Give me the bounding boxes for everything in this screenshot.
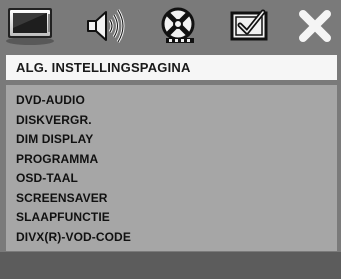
preference-setup-icon[interactable] (226, 6, 272, 46)
menu-item-osd-language[interactable]: OSD-TAAL (6, 169, 337, 189)
menu-item-program[interactable]: PROGRAMMA (6, 150, 337, 170)
page-title: ALG. INSTELLINGSPAGINA (6, 55, 337, 80)
menu-item-sleep[interactable]: SLAAPFUNCTIE (6, 208, 337, 228)
general-setup-icon[interactable] (4, 6, 56, 46)
status-bar (0, 252, 341, 279)
menu-item-screensaver[interactable]: SCREENSAVER (6, 189, 337, 209)
audio-setup-icon[interactable] (82, 6, 128, 46)
menu-item-dvd-audio[interactable]: DVD-AUDIO (6, 91, 337, 111)
exit-icon[interactable] (295, 6, 335, 46)
setup-screen: ALG. INSTELLINGSPAGINA DVD-AUDIO DISKVER… (0, 0, 341, 279)
setup-toolbar (0, 0, 341, 51)
video-setup-icon[interactable] (156, 6, 202, 46)
menu-item-dim-display[interactable]: DIM DISPLAY (6, 130, 337, 150)
settings-menu: DVD-AUDIO DISKVERGR. DIM DISPLAY PROGRAM… (6, 85, 337, 251)
menu-item-disc-lock[interactable]: DISKVERGR. (6, 111, 337, 131)
menu-item-divx-vod-code[interactable]: DIVX(R)-VOD-CODE (6, 228, 337, 248)
